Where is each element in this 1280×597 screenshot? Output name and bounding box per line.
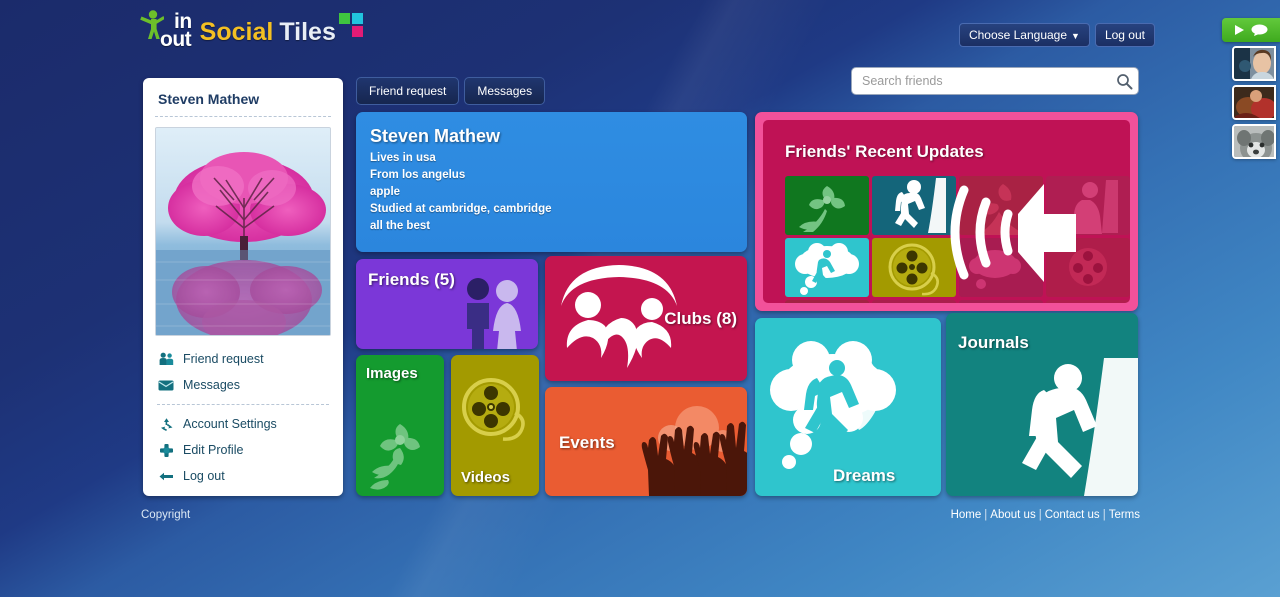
dream-cloud-climber-icon [770, 341, 896, 469]
logo-squares-icon [338, 13, 365, 39]
footer-link-about-us[interactable]: About us [990, 509, 1035, 521]
search-input[interactable] [852, 74, 1110, 88]
flower-icon [370, 424, 420, 490]
search-friends-box[interactable] [851, 67, 1139, 95]
tile-journals[interactable]: Journals [946, 313, 1138, 496]
sidebar-item-account-settings[interactable]: Account Settings [155, 411, 331, 437]
tile-dreams[interactable]: Dreams [755, 318, 941, 496]
tile-events-label: Events [559, 433, 615, 452]
chat-avatar[interactable] [1232, 46, 1276, 81]
chat-avatar-list [1232, 46, 1280, 159]
edit-profile-icon [158, 442, 174, 458]
profile-bio: all the best [370, 220, 431, 232]
tile-videos[interactable]: Videos [451, 355, 539, 496]
climber-icon [1022, 358, 1138, 496]
footer-separator: | [984, 509, 988, 521]
thumbnail-faded[interactable] [785, 300, 869, 303]
logo-wordmark: in out [160, 11, 192, 50]
couple-icon [467, 278, 521, 349]
sidebar-item-label: Messages [183, 378, 240, 392]
thumbnail-faded[interactable] [872, 300, 956, 303]
tile-journals-label: Journals [958, 333, 1029, 352]
settings-icon [158, 416, 174, 432]
tile-dreams-label: Dreams [833, 466, 896, 485]
tile-friends[interactable]: Friends (5) [356, 259, 538, 349]
logo-out-text: out [160, 27, 192, 51]
footer-separator: | [1038, 509, 1042, 521]
sidebar-item-messages[interactable]: Messages [155, 372, 331, 398]
profile-from: From los angelus [370, 169, 466, 181]
updates-inner: Friends' Recent Updates [763, 120, 1130, 303]
top-tabs: Friend request Messages [356, 77, 546, 105]
logo-tiles-text: Tiles [279, 18, 336, 46]
tile-friends-label: Friends (5) [368, 270, 455, 289]
profile-studied: Studied at cambridge, cambridge [370, 203, 552, 215]
thumbnail-faded[interactable] [959, 300, 1043, 303]
friends-icon [158, 351, 174, 367]
tab-friend-request[interactable]: Friend request [356, 77, 460, 105]
speaker-sound-icon [950, 184, 1076, 282]
profile-photo[interactable] [155, 127, 331, 336]
chevron-down-icon: ▼ [1071, 31, 1080, 41]
panel-friends-recent-updates[interactable]: Friends' Recent Updates [755, 112, 1138, 311]
tile-images[interactable]: Images [356, 355, 444, 496]
chat-toggle-bar[interactable] [1222, 18, 1280, 42]
sidebar-item-label: Friend request [183, 352, 264, 366]
chat-avatar[interactable] [1232, 85, 1276, 120]
search-icon[interactable] [1110, 73, 1138, 90]
profile-lives-in: Lives in usa [370, 152, 436, 164]
copyright-text: Copyright [141, 509, 191, 521]
tile-images-label: Images [366, 365, 418, 382]
film-reel-icon [462, 378, 525, 441]
thumbnail-journals[interactable] [872, 176, 956, 235]
chat-bubble-icon [1251, 24, 1268, 36]
sidebar-menu: Friend request Messages Account Settings… [155, 346, 331, 489]
site-logo[interactable]: in out Social Tiles [138, 9, 365, 51]
footer-separator: | [1102, 509, 1106, 521]
site-header: in out Social Tiles Choose Language ▼ Log… [0, 0, 1280, 62]
sidebar-item-label: Log out [183, 469, 225, 483]
footer-links: Home | About us | Contact us | Terms [951, 509, 1140, 521]
envelope-icon [158, 377, 174, 393]
tile-clubs[interactable]: Clubs (8) [545, 256, 747, 381]
logout-arrow-icon [158, 468, 174, 484]
thumbnail-dreams[interactable] [785, 238, 869, 297]
sidebar-item-label: Account Settings [183, 417, 277, 431]
sidebar-item-label: Edit Profile [183, 443, 244, 457]
tile-profile-info[interactable]: Steven Mathew Lives in usa From los ange… [356, 112, 747, 252]
updates-title: Friends' Recent Updates [785, 142, 984, 161]
profile-name: Steven Mathew [370, 126, 501, 146]
tile-events[interactable]: Events [545, 387, 747, 496]
chat-dock [1218, 18, 1280, 163]
choose-language-button[interactable]: Choose Language ▼ [958, 23, 1090, 47]
footer-link-terms[interactable]: Terms [1109, 509, 1140, 521]
profile-details: Lives in usa From los angelus apple Stud… [370, 150, 551, 235]
thumbnail-faded[interactable] [1046, 300, 1130, 303]
profile-sidebar: Steven Mathew Friend request Messages Ac… [143, 78, 343, 496]
sidebar-user-name: Steven Mathew [155, 88, 331, 117]
page-root: in out Social Tiles Choose Language ▼ Log… [0, 0, 1280, 597]
choose-language-label: Choose Language [968, 28, 1068, 42]
pink-tree-photo [156, 128, 330, 335]
tile-videos-label: Videos [461, 469, 510, 486]
sidebar-item-log-out[interactable]: Log out [155, 463, 331, 489]
footer-link-home[interactable]: Home [951, 509, 982, 521]
footer-link-contact-us[interactable]: Contact us [1045, 509, 1100, 521]
sidebar-item-edit-profile[interactable]: Edit Profile [155, 437, 331, 463]
logo-social-text: Social [199, 18, 274, 46]
profile-work: apple [370, 186, 401, 198]
tile-clubs-label: Clubs (8) [664, 309, 737, 328]
chat-avatar[interactable] [1232, 124, 1276, 159]
play-arrow-icon [1235, 25, 1244, 35]
sidebar-divider [157, 404, 329, 405]
logout-button[interactable]: Log out [1094, 23, 1155, 47]
thumbnail-images[interactable] [785, 176, 869, 235]
tab-messages[interactable]: Messages [464, 77, 546, 105]
header-actions: Choose Language ▼ Log out [958, 23, 1155, 47]
thumbnail-videos[interactable] [872, 238, 956, 297]
sidebar-item-friend-request[interactable]: Friend request [155, 346, 331, 372]
crowd-icon [641, 406, 747, 496]
